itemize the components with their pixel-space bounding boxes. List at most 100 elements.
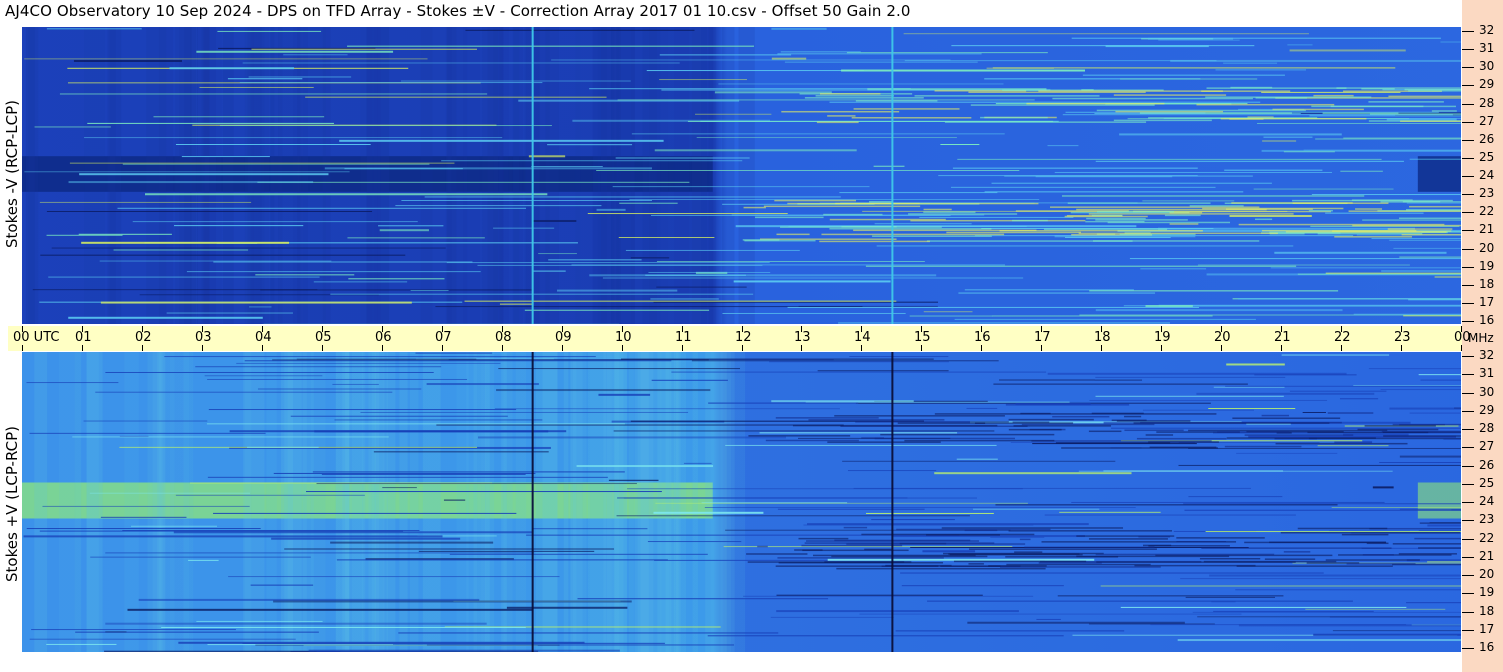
- spectrogram-activity: [1124, 415, 1142, 418]
- spectrogram-streak: [23, 535, 443, 538]
- spectrogram-streak: [1399, 508, 1461, 510]
- spectrogram-streak: [449, 553, 708, 555]
- spectrogram-streak: [1209, 574, 1461, 577]
- frequency-tick-label: 18: [1479, 277, 1495, 291]
- spectrogram-streak: [1208, 408, 1296, 410]
- time-tick: [1161, 345, 1162, 351]
- spectrogram-activity: [1038, 90, 1223, 92]
- spectrogram-activity: [1203, 560, 1337, 563]
- spectrogram-streak: [1332, 630, 1461, 632]
- time-marker-line: [891, 352, 894, 652]
- spectrogram-streak: [1226, 363, 1285, 366]
- spectrogram-streak: [1389, 407, 1461, 410]
- spectrogram-streak: [625, 249, 800, 251]
- time-tick-label: 07: [435, 330, 452, 345]
- spectrogram-column: [399, 352, 408, 652]
- spectrogram-streak: [922, 550, 976, 553]
- spectrogram-streak: [957, 158, 1382, 160]
- spectrogram-streak: [1339, 398, 1379, 400]
- time-tick: [981, 345, 982, 351]
- spectrogram-streak: [257, 181, 690, 183]
- spectrogram-streak: [24, 58, 428, 60]
- spectrogram-activity: [1280, 531, 1461, 534]
- spectrogram-column: [597, 27, 608, 324]
- spectrogram-activity: [1043, 228, 1168, 231]
- frequency-tick-label: 20: [1479, 241, 1495, 255]
- spectrogram-streak: [551, 59, 951, 61]
- spectrogram-streak: [1057, 595, 1284, 597]
- spectrogram-streak: [1229, 214, 1312, 217]
- spectrogram-activity: [1220, 117, 1367, 120]
- spectrogram-band-24mhz: [1417, 156, 1461, 192]
- spectrogram-streak: [871, 519, 955, 521]
- frequency-tick-label: 16: [1479, 313, 1495, 327]
- spectrogram-activity: [774, 199, 856, 202]
- time-tick: [142, 345, 143, 351]
- time-tick-label: 04: [255, 330, 272, 345]
- spectrogram-activity: [1088, 430, 1122, 433]
- spectrogram-streak: [651, 379, 728, 381]
- spectrogram-streak: [435, 306, 863, 308]
- spectrogram-streak: [1409, 412, 1461, 414]
- spectrogram-activity: [1355, 208, 1383, 210]
- frequency-tick-label: 25: [1479, 150, 1495, 164]
- spectrogram-activity: [1232, 417, 1341, 419]
- spectrogram-streak: [105, 631, 127, 633]
- spectrogram-streak: [84, 137, 503, 139]
- spectrogram-streak: [1420, 379, 1461, 381]
- spectrogram-streak: [1211, 601, 1236, 603]
- spectrogram-streak: [1178, 464, 1461, 466]
- spectrogram-streak: [498, 368, 741, 370]
- spectrogram-streak: [1158, 227, 1415, 230]
- time-tick-label: 18: [1094, 330, 1111, 345]
- spectrogram-activity: [1012, 219, 1048, 222]
- spectrogram-streak: [1213, 610, 1374, 612]
- spectrogram-streak: [1071, 37, 1441, 39]
- spectrogram-streak: [72, 436, 389, 438]
- spectrogram-streak: [494, 408, 840, 410]
- frequency-tick-label: 17: [1479, 295, 1495, 309]
- frequency-tick: [1462, 85, 1474, 86]
- spectrogram-streak: [1289, 49, 1406, 52]
- spectrogram-column: [657, 352, 679, 652]
- spectrogram-streak: [1289, 390, 1387, 392]
- spectrogram-streak: [708, 402, 859, 404]
- spectrogram-streak: [283, 54, 348, 56]
- spectrogram-streak: [1185, 596, 1275, 598]
- spectrogram-activity: [1139, 112, 1292, 114]
- spectrogram-streak: [1036, 618, 1061, 620]
- spectrogram-streak: [1418, 374, 1461, 376]
- spectrogram-activity: [1067, 202, 1211, 204]
- spectrogram-activity: [827, 441, 941, 443]
- spectrogram-column: [708, 27, 717, 324]
- spectrogram-streak: [69, 162, 455, 164]
- spectrogram-streak: [1142, 409, 1254, 411]
- spectrogram-activity: [861, 437, 885, 439]
- spectrogram-streak: [1362, 219, 1461, 221]
- spectrogram-streak: [1111, 427, 1461, 429]
- spectrogram-streak: [1399, 256, 1461, 258]
- frequency-tick: [1462, 158, 1474, 159]
- spectrogram-streak: [1192, 611, 1461, 613]
- spectrogram-streak: [1379, 462, 1461, 464]
- spectrogram-streak: [79, 173, 329, 176]
- spectrogram-activity: [1255, 218, 1273, 221]
- frequency-tick: [1462, 212, 1474, 213]
- spectrogram-activity: [1005, 556, 1119, 558]
- frequency-tick-label: 19: [1479, 585, 1495, 599]
- spectrogram-streak: [547, 144, 633, 146]
- spectrogram-activity: [1064, 215, 1148, 218]
- spectrogram-streak: [919, 216, 1074, 218]
- spectrogram-streak: [213, 261, 473, 263]
- spectrogram-activity: [808, 419, 945, 421]
- bottom-spectrogram: [22, 352, 1461, 652]
- spectrogram-activity: [1400, 120, 1461, 122]
- spectrogram-streak: [42, 505, 250, 507]
- spectrogram-streak: [1145, 305, 1193, 308]
- spectrogram-activity: [1052, 97, 1253, 100]
- spectrogram-streak: [290, 415, 508, 417]
- spectrogram-column: [74, 352, 82, 652]
- spectrogram-activity: [1283, 551, 1311, 553]
- spectrogram-streak: [153, 116, 325, 118]
- spectrogram-streak: [1054, 171, 1332, 173]
